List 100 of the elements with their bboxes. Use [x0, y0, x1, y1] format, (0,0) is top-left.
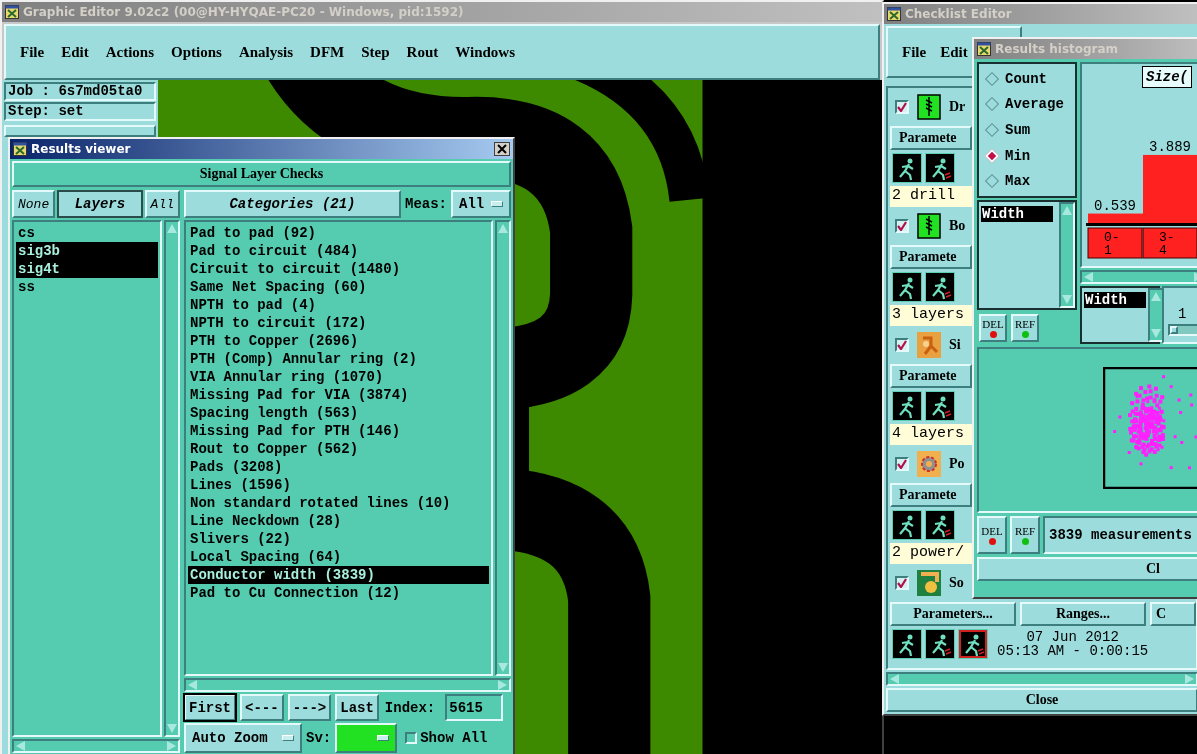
category-item[interactable]: NPTH to circuit (172): [188, 314, 489, 332]
menu-item[interactable]: Edit: [940, 43, 968, 61]
category-item[interactable]: Conductor width (3839): [188, 566, 489, 584]
runner-icon[interactable]: [925, 272, 955, 302]
horizontal-scrollbar[interactable]: [12, 739, 180, 753]
list-item[interactable]: Width: [1084, 292, 1146, 308]
checkbox[interactable]: [895, 338, 909, 352]
list-item[interactable]: Width: [981, 206, 1053, 222]
menu-item[interactable]: Analysis: [238, 43, 294, 61]
delete-button[interactable]: DEL: [977, 516, 1007, 554]
layer-item[interactable]: sig3b: [16, 242, 158, 260]
size-label: Size(: [1142, 66, 1192, 88]
none-button[interactable]: None: [12, 190, 56, 218]
partial-button[interactable]: Paramete: [890, 364, 972, 388]
nav-button[interactable]: First: [184, 694, 236, 721]
nav-button[interactable]: Last: [335, 694, 379, 721]
category-item[interactable]: Circuit to circuit (1480): [188, 260, 489, 278]
layer-item[interactable]: sig4t: [16, 260, 158, 278]
menu-item[interactable]: Edit: [61, 43, 89, 61]
category-item[interactable]: Pad to circuit (484): [188, 242, 489, 260]
category-item[interactable]: Pad to pad (92): [188, 224, 489, 242]
menu-item[interactable]: Rout: [406, 43, 439, 61]
runner-icon[interactable]: [892, 510, 922, 540]
layer-item[interactable]: ss: [16, 278, 158, 296]
runner-icon[interactable]: [925, 391, 955, 421]
auto-zoom-dropdown[interactable]: Auto Zoom: [184, 723, 302, 753]
category-item[interactable]: Missing Pad for VIA (3874): [188, 386, 489, 404]
runner-icon[interactable]: [892, 272, 922, 302]
checkbox[interactable]: [895, 457, 909, 471]
menu-item[interactable]: DFM: [310, 43, 345, 61]
partial-button[interactable]: C: [1150, 602, 1196, 626]
sv-dropdown[interactable]: [335, 723, 398, 753]
checkbox[interactable]: [895, 100, 909, 114]
category-item[interactable]: PTH to Copper (2696): [188, 332, 489, 350]
checkbox[interactable]: [895, 576, 909, 590]
runner-icon[interactable]: [925, 153, 955, 183]
bar-category: 3- 4: [1142, 227, 1197, 259]
runner-icon[interactable]: [892, 153, 922, 183]
menu-item[interactable]: Step: [361, 43, 390, 61]
index-field[interactable]: 5615: [445, 694, 504, 721]
option-label: Max: [1005, 173, 1031, 190]
check-name: Si: [949, 337, 961, 353]
menu-item[interactable]: File: [902, 43, 927, 61]
horizontal-scrollbar[interactable]: [184, 678, 511, 692]
all-button[interactable]: All: [144, 190, 180, 218]
check-name: Bo: [949, 218, 966, 234]
categories-button[interactable]: Categories (21): [184, 190, 401, 218]
category-item[interactable]: Spacing length (563): [188, 404, 489, 422]
vertical-scrollbar[interactable]: [495, 220, 511, 676]
meas-dropdown[interactable]: All: [451, 190, 511, 218]
check-name: Po: [949, 456, 965, 472]
menu-item[interactable]: File: [20, 43, 45, 61]
runner-icon[interactable]: [958, 629, 988, 659]
check-button[interactable]: Ranges...: [1020, 602, 1146, 626]
category-item[interactable]: VIA Annular ring (1070): [188, 368, 489, 386]
nav-button[interactable]: --->: [287, 694, 332, 721]
category-item[interactable]: Lines (1596): [188, 476, 489, 494]
close-button[interactable]: Close: [886, 688, 1197, 712]
runner-icon[interactable]: [892, 391, 922, 421]
menu-item[interactable]: Options: [171, 43, 222, 61]
runner-icon[interactable]: [925, 510, 955, 540]
category-item[interactable]: NPTH to pad (4): [188, 296, 489, 314]
category-item[interactable]: Line Neckdown (28): [188, 512, 489, 530]
reference-button[interactable]: REF: [1011, 314, 1039, 342]
runner-icon[interactable]: [925, 629, 955, 659]
category-item[interactable]: Slivers (22): [188, 530, 489, 548]
category-item[interactable]: Missing Pad for PTH (146): [188, 422, 489, 440]
reference-button[interactable]: REF: [1010, 516, 1040, 554]
bar-value: 3.889: [1149, 138, 1191, 155]
menu-item[interactable]: Windows: [455, 43, 515, 61]
horizontal-scrollbar[interactable]: [886, 672, 1197, 686]
vertical-scrollbar[interactable]: [1059, 202, 1075, 308]
partial-button[interactable]: Paramete: [890, 126, 972, 150]
category-item[interactable]: Local Spacing (64): [188, 548, 489, 566]
horizontal-scrollbar[interactable]: [1080, 270, 1197, 284]
window-title: Results viewer: [31, 142, 132, 156]
partial-button[interactable]: Paramete: [890, 483, 972, 507]
category-item[interactable]: Pad to Cu Connection (12): [188, 584, 489, 602]
vertical-scrollbar[interactable]: [164, 220, 180, 737]
header-button[interactable]: Signal Layer Checks: [12, 161, 511, 187]
category-item[interactable]: Rout to Copper (562): [188, 440, 489, 458]
category-item[interactable]: PTH (Comp) Annular ring (2): [188, 350, 489, 368]
nav-button[interactable]: <---: [240, 694, 284, 721]
runner-icon[interactable]: [892, 629, 922, 659]
layers-label: Layers: [57, 190, 143, 218]
category-item[interactable]: Same Net Spacing (60): [188, 278, 489, 296]
checkbox[interactable]: [405, 732, 418, 744]
panel-button[interactable]: [4, 125, 156, 137]
category-item[interactable]: Non standard rotated lines (10): [188, 494, 489, 512]
option-label: Average: [1005, 96, 1064, 113]
checkbox[interactable]: [895, 219, 909, 233]
close-button[interactable]: Cl: [977, 557, 1197, 581]
app-icon: [5, 5, 19, 19]
delete-button[interactable]: DEL: [979, 314, 1007, 342]
menu-item[interactable]: Actions: [105, 43, 154, 61]
check-button[interactable]: Parameters...: [890, 602, 1016, 626]
partial-button[interactable]: Paramete: [890, 245, 972, 269]
category-item[interactable]: Pads (3208): [188, 458, 489, 476]
close-icon[interactable]: [494, 142, 510, 156]
layer-item[interactable]: cs: [16, 224, 158, 242]
